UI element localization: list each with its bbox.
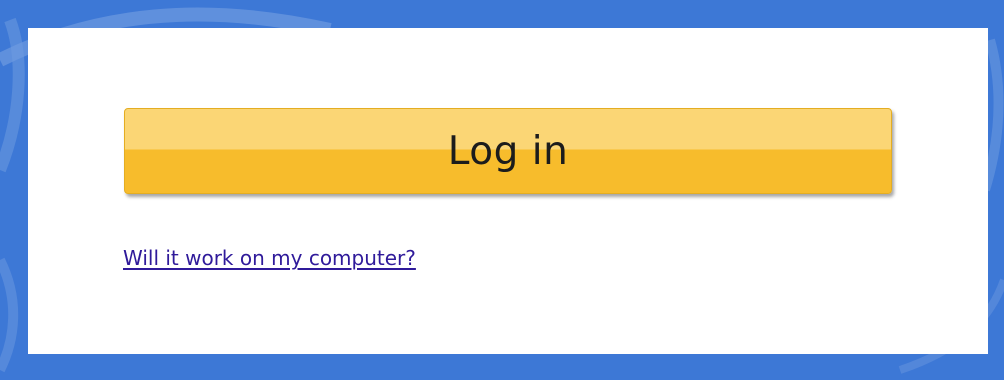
page-background: Log in Will it work on my computer? [0, 0, 1004, 380]
compatibility-help-link[interactable]: Will it work on my computer? [123, 246, 416, 270]
login-button[interactable]: Log in [124, 108, 892, 194]
login-button-label: Log in [447, 128, 569, 174]
login-panel: Log in Will it work on my computer? [28, 28, 988, 354]
